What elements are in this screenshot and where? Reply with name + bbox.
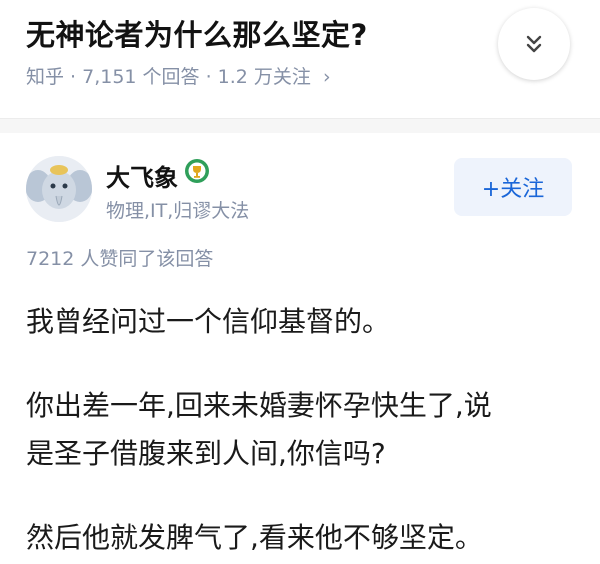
- question-meta-text: 知乎 · 7,151 个回答 · 1.2 万关注: [26, 66, 311, 88]
- avatar-image: [26, 156, 92, 222]
- answer-paragraph: 是圣子借腹来到人间,你信吗?: [26, 437, 386, 470]
- double-chevron-down-icon: [526, 35, 542, 53]
- answer-paragraph: 我曾经问过一个信仰基督的。: [26, 305, 391, 338]
- answer-paragraph: 然后他就发脾气了,看来他不够坚定。: [26, 521, 483, 554]
- author-name[interactable]: 大飞象: [106, 158, 178, 193]
- trophy-badge-icon: [185, 159, 209, 183]
- question-title[interactable]: 无神论者为什么那么坚定?: [26, 12, 368, 54]
- collapse-button[interactable]: [498, 8, 570, 80]
- follow-button[interactable]: +关注: [454, 158, 572, 216]
- answer-paragraph: 你出差一年,回来未婚妻怀孕快生了,说: [26, 389, 492, 422]
- chevron-right-icon: ›: [322, 66, 331, 88]
- question-header: 无神论者为什么那么坚定? 知乎 · 7,151 个回答 · 1.2 万关注 ›: [0, 0, 600, 118]
- vote-count: 7212 人赞同了该回答: [26, 248, 214, 270]
- question-meta[interactable]: 知乎 · 7,151 个回答 · 1.2 万关注 ›: [26, 62, 331, 89]
- avatar[interactable]: [26, 156, 92, 222]
- author-row: 大飞象 物理,IT,归谬大法 +关注: [0, 132, 600, 244]
- author-bio: 物理,IT,归谬大法: [106, 200, 250, 222]
- section-divider: [0, 118, 600, 133]
